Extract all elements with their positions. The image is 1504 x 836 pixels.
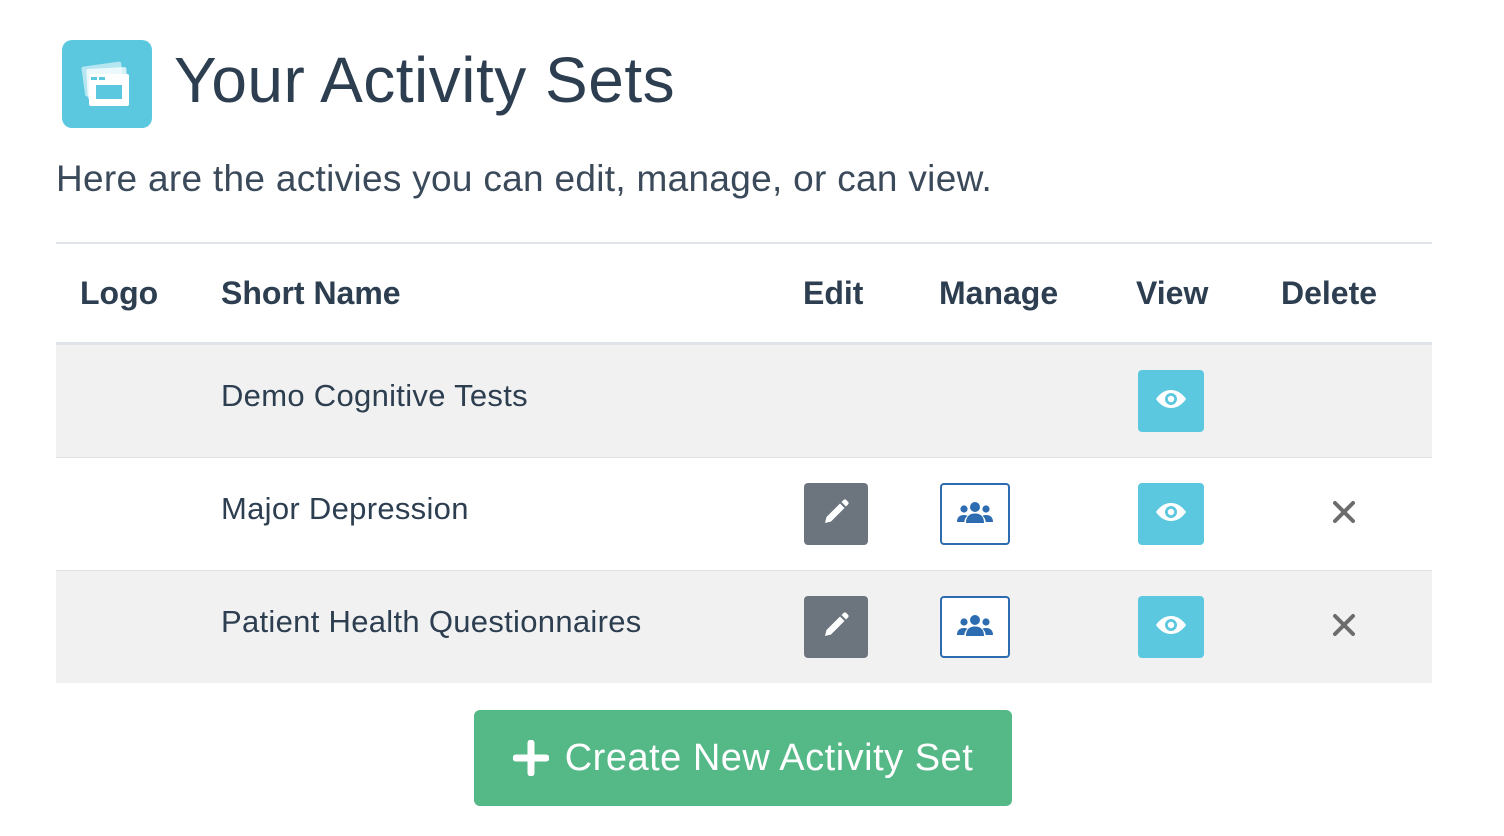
row-delete-cell (1324, 458, 1364, 570)
row-delete-cell (1324, 571, 1364, 683)
table-row: Patient Health Questionnaires (56, 570, 1432, 683)
activity-set-name: Major Depression (221, 491, 469, 526)
page-subtitle: Here are the activies you can edit, mana… (56, 158, 993, 199)
pencil-icon (822, 611, 850, 644)
column-header-delete: Delete (1281, 274, 1378, 311)
row-short-name: Patient Health Questionnaires (221, 571, 642, 683)
users-icon (956, 499, 994, 530)
create-activity-set-button[interactable]: Create New Activity Set (474, 710, 1012, 806)
close-icon (1332, 613, 1356, 642)
view-button[interactable] (1138, 483, 1204, 545)
row-view-cell (1138, 345, 1204, 457)
row-edit-cell (804, 458, 868, 570)
activity-sets-icon (62, 40, 152, 128)
delete-button[interactable] (1324, 494, 1364, 534)
view-button[interactable] (1138, 370, 1204, 432)
manage-button[interactable] (940, 596, 1010, 658)
plus-icon (512, 740, 549, 776)
eye-icon (1155, 388, 1187, 415)
view-button[interactable] (1138, 596, 1204, 658)
column-header-view: View (1136, 274, 1209, 311)
close-icon (1332, 500, 1356, 529)
column-header-short-name: Short Name (221, 274, 401, 311)
row-short-name: Major Depression (221, 458, 469, 570)
column-header-logo: Logo (80, 274, 159, 311)
table-row: Demo Cognitive Tests (56, 345, 1432, 457)
column-header-manage: Manage (939, 274, 1059, 311)
row-manage-cell (940, 458, 1010, 570)
edit-button[interactable] (804, 483, 868, 545)
table-header-row: Logo Short Name Edit Manage View Delete (56, 244, 1432, 345)
eye-icon (1155, 501, 1187, 528)
pencil-icon (822, 498, 850, 531)
page-header: Your Activity Sets (62, 40, 675, 128)
edit-button[interactable] (804, 596, 868, 658)
row-short-name: Demo Cognitive Tests (221, 345, 528, 457)
table-row: Major Depression (56, 457, 1432, 570)
activity-set-name: Demo Cognitive Tests (221, 378, 528, 413)
delete-button[interactable] (1324, 607, 1364, 647)
activity-set-name: Patient Health Questionnaires (221, 604, 642, 639)
users-icon (956, 612, 994, 643)
page-title: Your Activity Sets (174, 44, 676, 116)
eye-icon (1155, 614, 1187, 641)
row-manage-cell (940, 571, 1010, 683)
activity-sets-table: Logo Short Name Edit Manage View Delete … (56, 242, 1432, 683)
column-header-edit: Edit (803, 274, 864, 311)
row-view-cell (1138, 458, 1204, 570)
create-activity-set-label: Create New Activity Set (564, 736, 974, 779)
row-edit-cell (804, 571, 868, 683)
row-view-cell (1138, 571, 1204, 683)
manage-button[interactable] (940, 483, 1010, 545)
page: Your Activity Sets Here are the activies… (0, 0, 1504, 836)
